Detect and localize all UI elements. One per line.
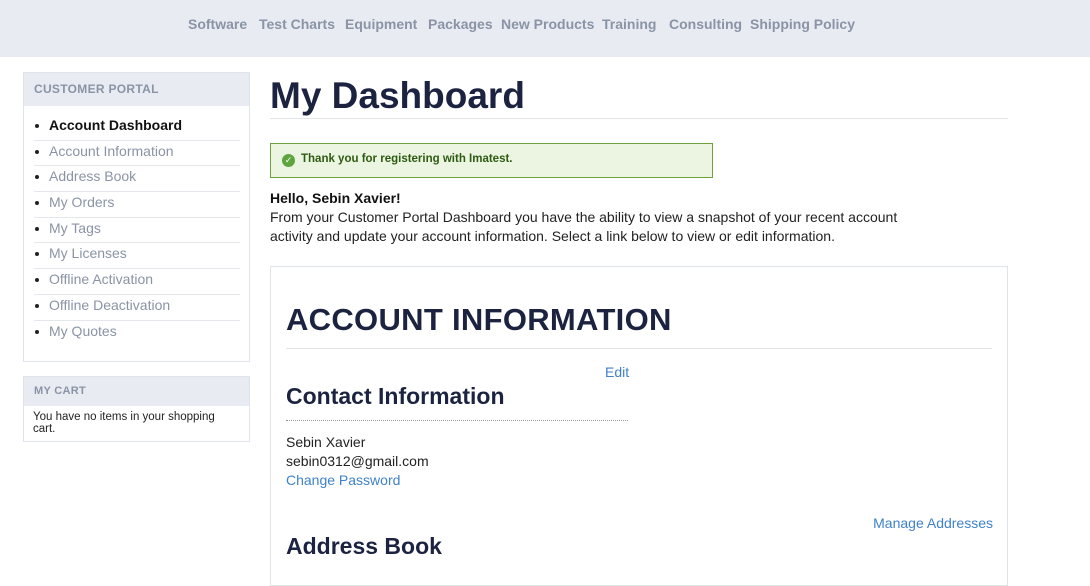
- greeting: Hello, Sebin Xavier!: [270, 190, 401, 206]
- success-message: ✓ Thank you for registering with Imatest…: [270, 143, 713, 178]
- nav-equipment[interactable]: Equipment: [345, 16, 417, 32]
- nav-training[interactable]: Training: [602, 16, 656, 32]
- sidebar-item-offline-activation[interactable]: Offline Activation: [34, 269, 240, 295]
- nav-consulting[interactable]: Consulting: [669, 16, 742, 32]
- contact-details: Sebin Xavier sebin0312@gmail.com Change …: [286, 433, 429, 490]
- edit-contact-link[interactable]: Edit: [605, 364, 629, 380]
- sidebar-item-account-dashboard[interactable]: Account Dashboard: [34, 115, 240, 141]
- main-content: My Dashboard ✓ Thank you for registering…: [270, 72, 1008, 586]
- nav-shipping-policy[interactable]: Shipping Policy: [750, 16, 855, 32]
- dashboard-intro: From your Customer Portal Dashboard you …: [270, 209, 898, 244]
- sidebar: CUSTOMER PORTAL Account Dashboard Accoun…: [23, 72, 250, 456]
- nav-packages[interactable]: Packages: [428, 16, 493, 32]
- nav-software[interactable]: Software: [188, 16, 247, 32]
- sidebar-item-my-quotes[interactable]: My Quotes: [34, 321, 240, 347]
- top-navigation: Software Test Charts Equipment Packages …: [0, 0, 1090, 57]
- sidebar-item-account-information[interactable]: Account Information: [34, 141, 240, 167]
- sidebar-item-my-orders[interactable]: My Orders: [34, 192, 240, 218]
- change-password-link[interactable]: Change Password: [286, 471, 429, 490]
- contact-email: sebin0312@gmail.com: [286, 453, 429, 469]
- sidebar-item-offline-deactivation[interactable]: Offline Deactivation: [34, 295, 240, 321]
- customer-portal-block: CUSTOMER PORTAL Account Dashboard Accoun…: [23, 72, 250, 363]
- sidebar-item-my-licenses[interactable]: My Licenses: [34, 243, 240, 270]
- nav-new-products[interactable]: New Products: [501, 16, 594, 32]
- customer-portal-title: CUSTOMER PORTAL: [24, 73, 249, 106]
- contact-name: Sebin Xavier: [286, 434, 366, 450]
- account-information-card: ACCOUNT INFORMATION Edit Contact Informa…: [270, 266, 1008, 586]
- sidebar-item-address-book[interactable]: Address Book: [34, 166, 240, 193]
- my-cart-block: MY CART You have no items in your shoppi…: [23, 376, 250, 443]
- cart-empty-text: You have no items in your shopping cart.: [33, 411, 215, 436]
- sidebar-item-my-tags[interactable]: My Tags: [34, 218, 240, 244]
- nav-test-charts[interactable]: Test Charts: [259, 16, 335, 32]
- page-title: My Dashboard: [270, 72, 1008, 119]
- account-information-heading: ACCOUNT INFORMATION: [286, 302, 992, 349]
- manage-addresses-link[interactable]: Manage Addresses: [873, 515, 993, 531]
- my-cart-title: MY CART: [24, 377, 249, 407]
- success-message-text: Thank you for registering with Imatest.: [301, 153, 513, 165]
- portal-menu: Account Dashboard Account Information Ad…: [24, 106, 249, 361]
- contact-information-heading: Contact Information: [286, 383, 628, 421]
- address-book-heading: Address Book: [286, 533, 442, 559]
- check-circle-icon: ✓: [282, 154, 295, 167]
